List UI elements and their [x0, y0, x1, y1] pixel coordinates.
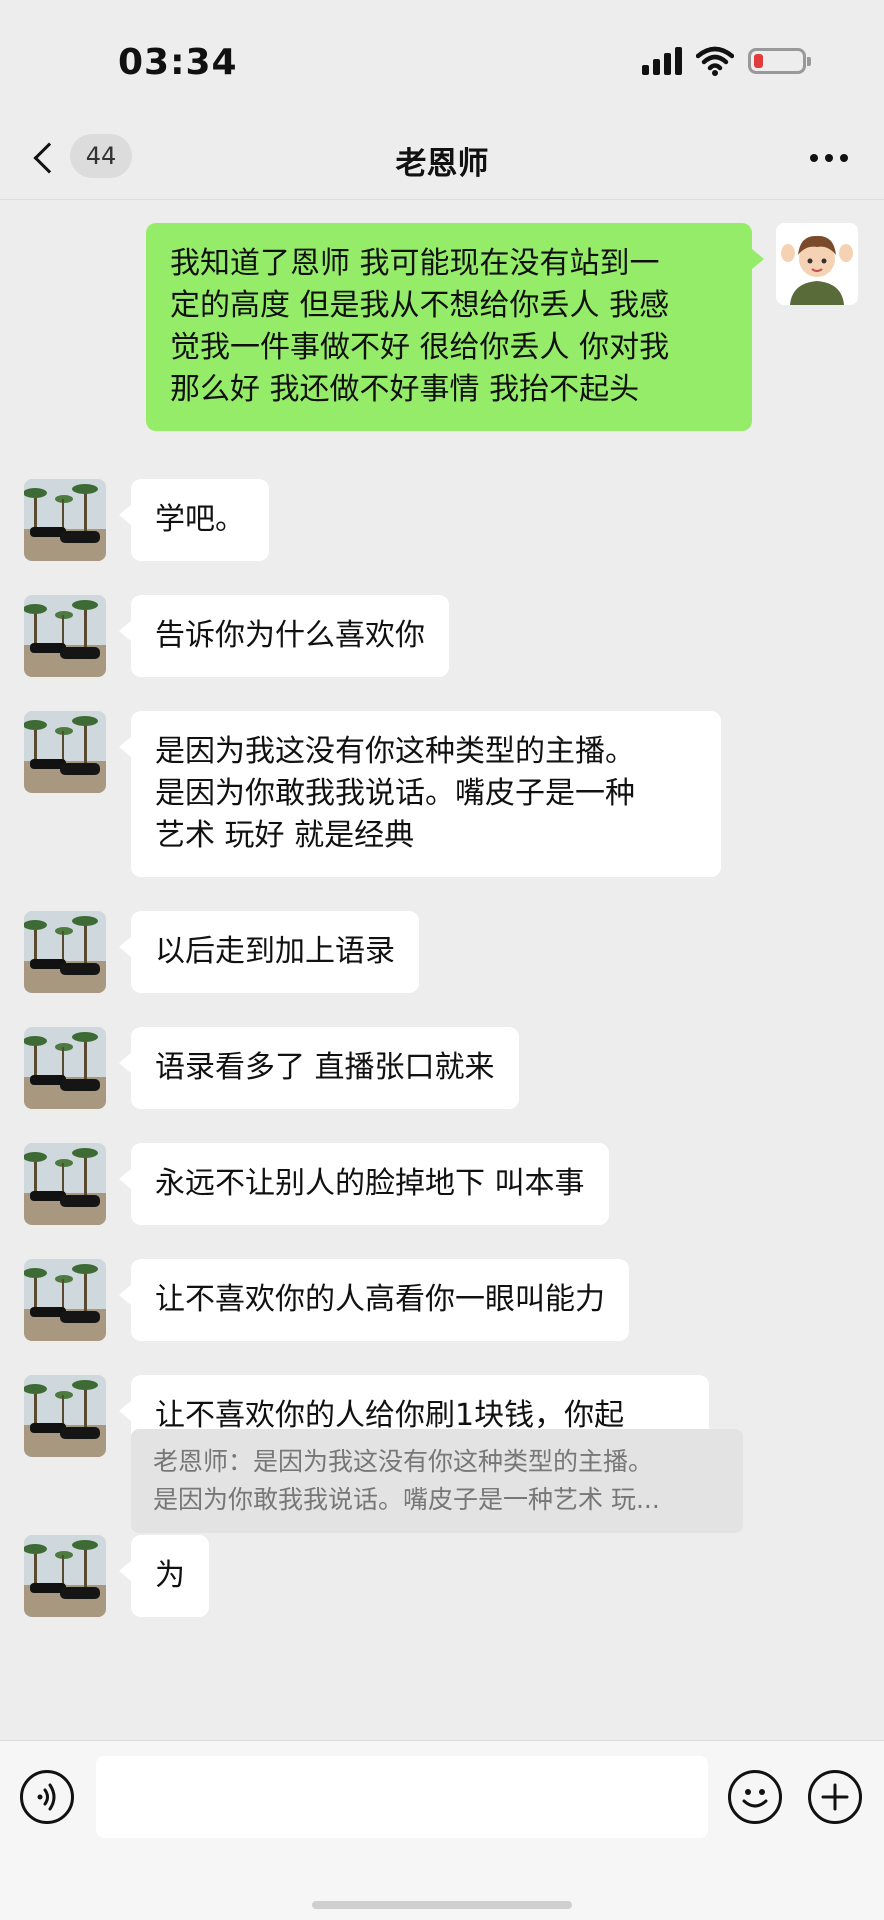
- message-bubble[interactable]: 告诉你为什么喜欢你: [119, 595, 449, 677]
- status-icons: [642, 46, 811, 76]
- more-button[interactable]: [810, 154, 848, 162]
- message-text-line: 定的高度 但是我从不想给你丢人 我感: [170, 288, 670, 323]
- message-bubble[interactable]: 让不喜欢你的人高看你一眼叫能力: [119, 1259, 629, 1341]
- message-text-line: 让不喜欢你的人高看你一眼叫能力: [155, 1282, 605, 1317]
- battery-icon: [748, 48, 811, 74]
- chat-title: 老恩师: [395, 146, 489, 182]
- chat-header: 44 老恩师: [0, 120, 884, 200]
- contact-avatar[interactable]: [24, 1535, 106, 1617]
- status-bar: 03:34: [0, 0, 884, 120]
- message-text-line: 觉我一件事做不好 很给你丢人 你对我: [170, 330, 670, 365]
- battery-level: [754, 54, 763, 68]
- more-dots-icon: [810, 154, 818, 162]
- contact-avatar[interactable]: [24, 1143, 106, 1225]
- message-text-line: 那么好 我还做不好事情 我抬不起头: [170, 372, 640, 407]
- message-text-line: 语录看多了 直播张口就来: [155, 1050, 495, 1085]
- contact-avatar[interactable]: [24, 711, 106, 793]
- contact-avatar[interactable]: [24, 479, 106, 561]
- status-time: 03:34: [118, 42, 238, 83]
- voice-button[interactable]: [20, 1770, 74, 1824]
- message-bubble[interactable]: 学吧。: [119, 479, 269, 561]
- message-text-line: 学吧。: [155, 502, 245, 537]
- contact-avatar[interactable]: [24, 1259, 106, 1341]
- my-avatar[interactable]: [776, 223, 858, 305]
- emoji-button[interactable]: [728, 1770, 782, 1824]
- message-bubble[interactable]: 为: [119, 1535, 209, 1617]
- message-text-line: 以后走到加上语录: [155, 934, 395, 969]
- message-bubble[interactable]: 永远不让别人的脸掉地下 叫本事: [119, 1143, 609, 1225]
- contact-avatar[interactable]: [24, 1375, 106, 1457]
- message-bubble[interactable]: 我知道了恩师 我可能现在没有站到一 定的高度 但是我从不想给你丢人 我感 觉我一件事…: [146, 223, 764, 431]
- emoji-icon: [742, 1789, 768, 1808]
- message-text-line: 为: [155, 1558, 185, 1593]
- message-text-line: 告诉你为什么喜欢你: [155, 618, 425, 653]
- message-bubble[interactable]: 语录看多了 直播张口就来: [119, 1027, 519, 1109]
- contact-avatar[interactable]: [24, 595, 106, 677]
- message-text-line: 永远不让别人的脸掉地下 叫本事: [155, 1166, 585, 1201]
- home-indicator: [312, 1901, 572, 1909]
- quoted-message[interactable]: 老恩师：是因为我这没有你这种类型的主播。 是因为你敢我我说话。嘴皮子是一种艺术 …: [131, 1429, 743, 1533]
- voice-icon: [37, 1783, 56, 1811]
- message-bubble[interactable]: 是因为我这没有你这种类型的主播。 是因为你敢我我说话。嘴皮子是一种 艺术 玩好 就是…: [119, 711, 721, 877]
- plus-button[interactable]: [808, 1770, 862, 1824]
- quoted-message-line: 老恩师：是因为我这没有你这种类型的主播。: [153, 1447, 654, 1476]
- contact-avatar[interactable]: [24, 1027, 106, 1109]
- message-text-line: 是因为你敢我我说话。嘴皮子是一种: [155, 776, 635, 811]
- message-text-line: 是因为我这没有你这种类型的主播。: [155, 734, 635, 769]
- message-text-line: 我知道了恩师 我可能现在没有站到一: [170, 246, 660, 281]
- contact-avatar[interactable]: [24, 911, 106, 993]
- message-input[interactable]: [96, 1756, 708, 1838]
- plus-icon: [821, 1783, 849, 1811]
- cellular-signal-icon: [642, 47, 682, 75]
- input-bar: [0, 1740, 884, 1920]
- quoted-message-line: 是因为你敢我我说话。嘴皮子是一种艺术 玩...: [153, 1485, 660, 1514]
- message-text-line: 艺术 玩好 就是经典: [155, 818, 415, 853]
- message-bubble[interactable]: 以后走到加上语录: [119, 911, 419, 993]
- wifi-icon: [696, 46, 734, 76]
